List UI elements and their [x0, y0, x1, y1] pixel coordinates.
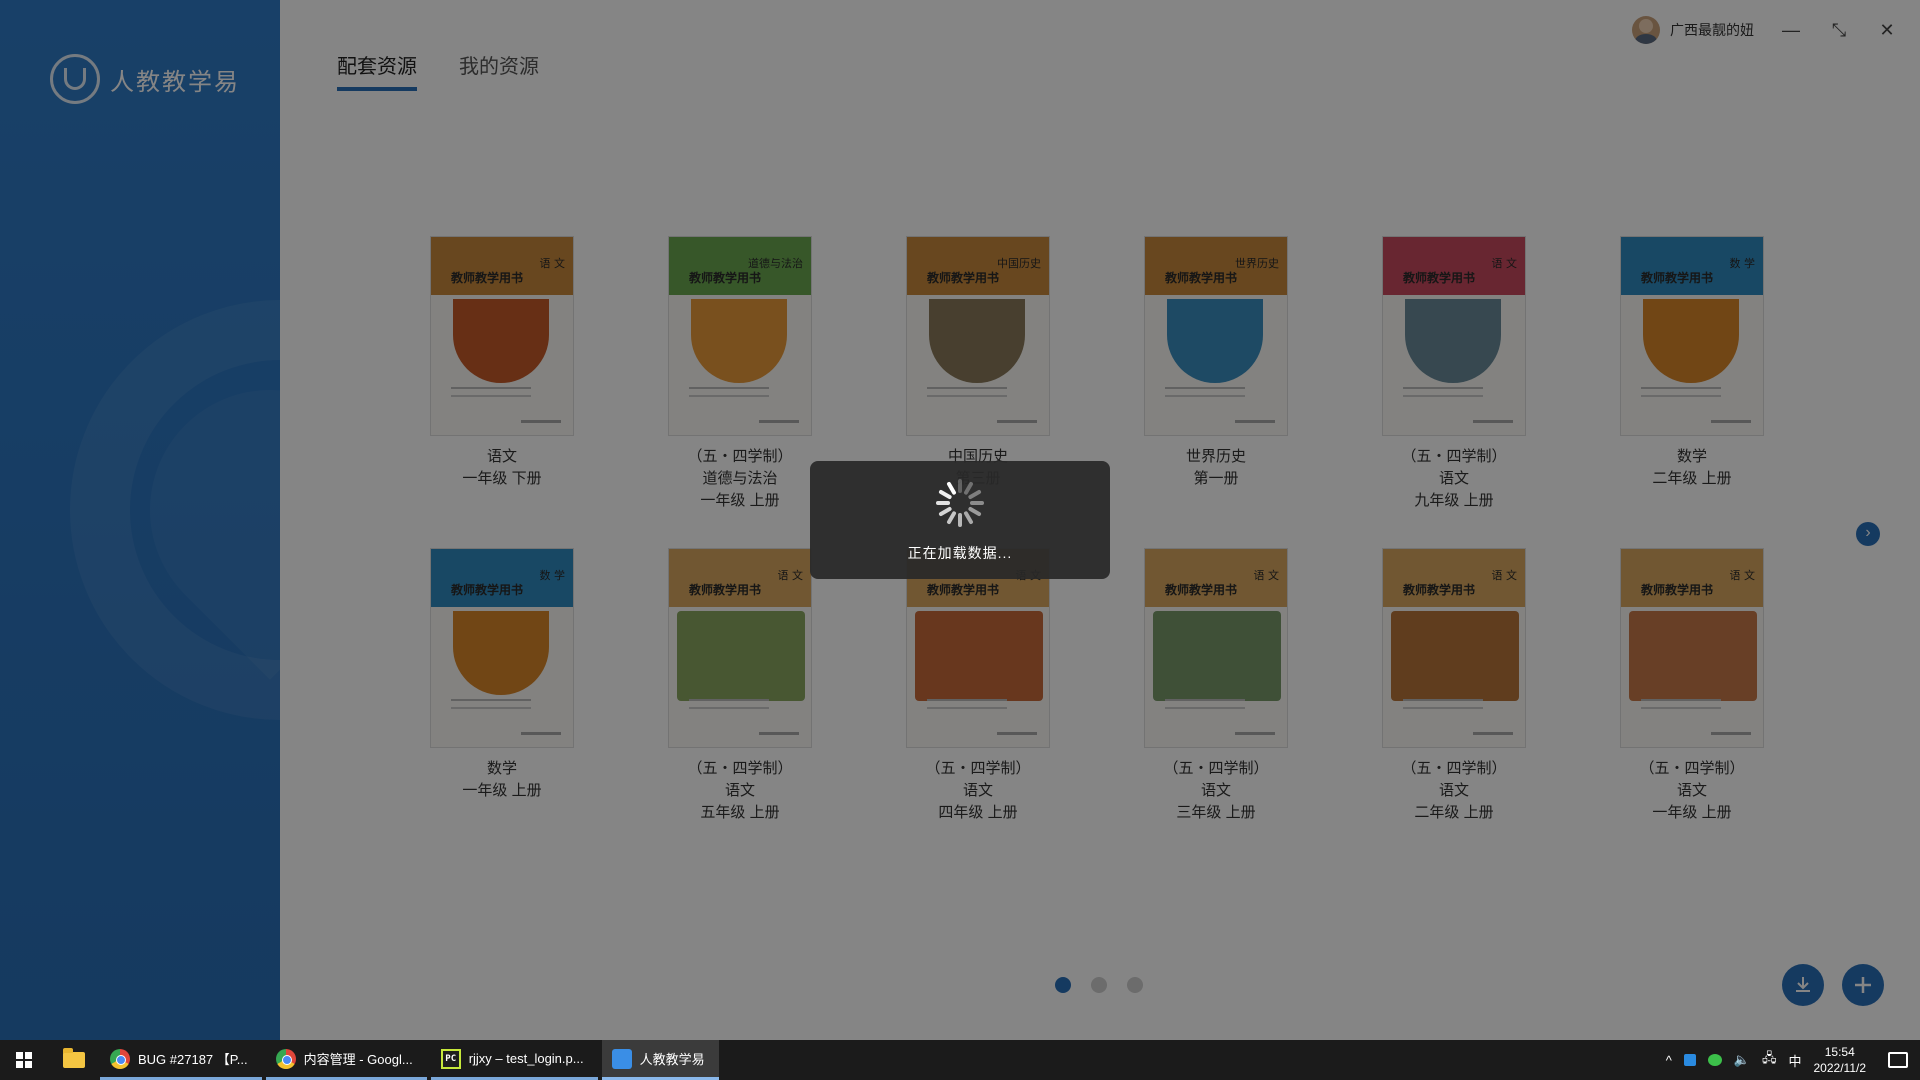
start-button[interactable] [0, 1040, 48, 1080]
windows-icon [16, 1052, 32, 1068]
tray-app-icon[interactable] [1683, 1054, 1696, 1066]
loading-dialog: 正在加载数据... [810, 461, 1110, 579]
tray-chevron-icon[interactable]: ^ [1666, 1053, 1672, 1068]
loading-text: 正在加载数据... [907, 545, 1013, 561]
clock-date: 2022/11/2 [1813, 1061, 1867, 1075]
taskbar-item-app[interactable]: 人教教学易 [601, 1040, 719, 1080]
taskbar-item-chrome-content[interactable]: 内容管理 - Googl... [265, 1040, 427, 1080]
pycharm-icon: PC [440, 1048, 461, 1069]
modal-overlay: 正在加载数据... [0, 0, 1920, 1040]
taskbar-item-label: 人教教学易 [639, 1052, 705, 1067]
taskbar-item-pycharm[interactable]: PC rjjxy – test_login.p... [430, 1040, 598, 1080]
chrome-icon [275, 1048, 296, 1069]
taskbar-item-chrome-bug[interactable]: BUG #27187 【P... [100, 1040, 262, 1080]
clock-time: 15:54 [1824, 1045, 1855, 1059]
folder-icon [63, 1048, 85, 1068]
taskbar-item-label: BUG #27187 【P... [138, 1052, 248, 1067]
network-icon[interactable]: 🖧 [1762, 1049, 1777, 1071]
taskbar-item-label: rjjxy – test_login.p... [468, 1051, 584, 1066]
wechat-icon[interactable] [1707, 1054, 1722, 1066]
notification-icon[interactable] [1888, 1052, 1908, 1068]
clock[interactable]: 15:54 2022/11/2 [1814, 1044, 1867, 1076]
taskbar-item-label: 内容管理 - Googl... [303, 1052, 413, 1067]
loading-spinner-icon [934, 477, 986, 529]
taskbar: BUG #27187 【P... 内容管理 - Googl... PC rjjx… [0, 1040, 1920, 1080]
chrome-icon [110, 1048, 130, 1069]
system-tray: ^ 🔈 🖧 中 15:54 2022/11/2 [1666, 1044, 1920, 1076]
app-icon [611, 1048, 632, 1069]
file-explorer-button[interactable] [48, 1040, 100, 1080]
volume-icon[interactable]: 🔈 [1734, 1052, 1750, 1068]
ime-indicator[interactable]: 中 [1788, 1051, 1801, 1070]
